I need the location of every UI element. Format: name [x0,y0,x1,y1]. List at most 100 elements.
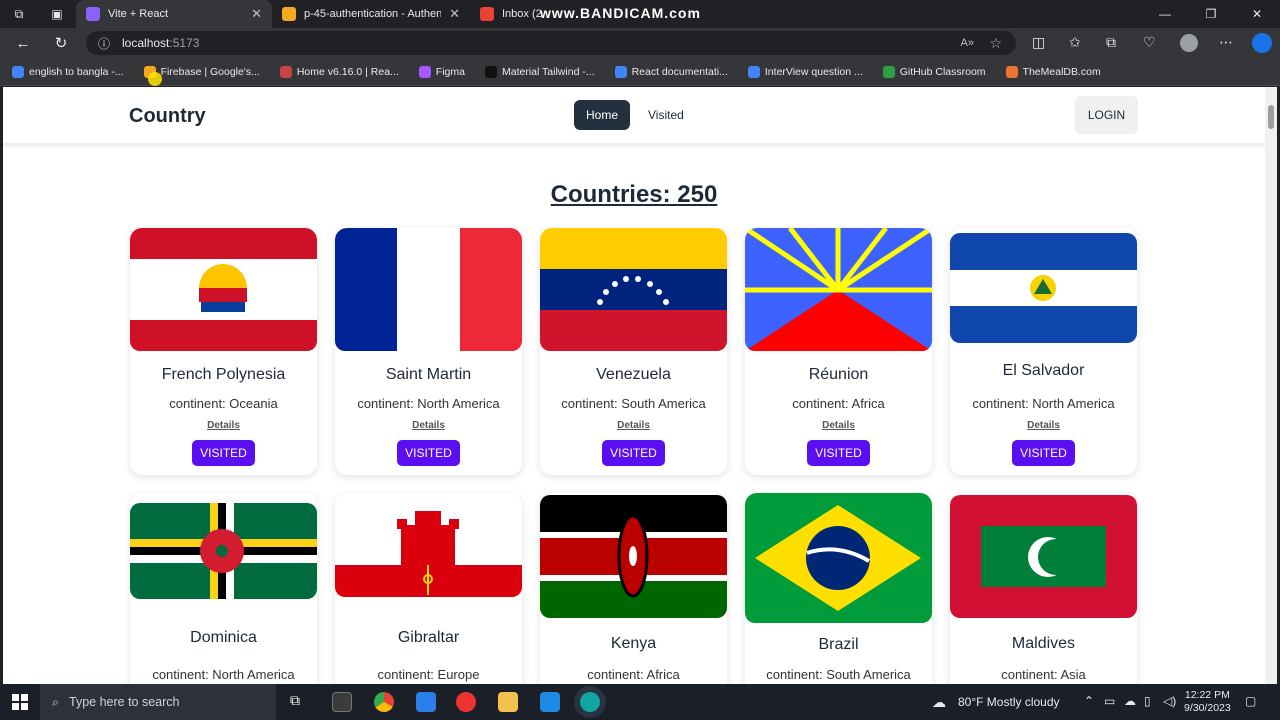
bookmark-label: Material Tailwind -... [501,65,595,78]
maximize-icon[interactable]: ❐ [1188,0,1234,28]
windows-start-icon[interactable] [12,694,28,710]
country-card: Saint Martin continent: North America De… [335,228,522,475]
clock[interactable]: 12:22 PM 9/30/2023 [1184,689,1231,715]
bookmark-item[interactable]: english to bangla -... [12,65,124,78]
bookmark-item[interactable]: React documentati... [614,65,728,78]
bookmark-item[interactable]: Material Tailwind -... [484,65,595,78]
url-bar[interactable]: ⓘ localhost:5173 A» ☆ [86,31,1016,55]
reunion-flag [745,228,932,351]
bookmark-favicon-icon [279,65,292,78]
login-button[interactable]: LOGIN [1075,96,1138,134]
page-scrollbar[interactable] [1265,87,1277,684]
bookmark-label: Home v6.16.0 | Rea... [296,65,399,78]
tab-title: Vite + React [108,8,169,20]
details-link[interactable]: Details [335,420,522,431]
country-continent: continent: North America [152,667,295,682]
extensions-icon[interactable]: ♡ [1143,34,1156,51]
details-link[interactable]: Details [950,420,1137,431]
details-link[interactable]: Details [745,420,932,431]
bandicam-app-icon[interactable] [456,692,476,712]
country-name: Saint Martin [385,366,472,383]
task-view-icon[interactable]: ⧉ [290,692,310,712]
visited-button[interactable]: VISITED [602,440,665,466]
weather-text[interactable]: 80°F Mostly cloudy [958,695,1060,709]
close-tab-icon[interactable]: ✕ [251,6,262,22]
back-icon[interactable]: ← [4,35,42,52]
bookmark-favicon-icon [747,65,760,78]
tray-chevron-icon[interactable]: ⌃ [1084,694,1094,708]
bookmark-item[interactable]: Home v6.16.0 | Rea... [279,65,399,78]
onedrive-icon[interactable]: ☁ [1124,694,1136,708]
site-info-icon[interactable]: ⓘ [98,35,110,52]
tab-title: Inbox (2 [502,8,542,20]
tab-vite-react[interactable]: Vite + React ✕ [76,0,272,28]
chrome-app-icon[interactable] [374,692,394,712]
network-icon[interactable]: ▭ [1104,694,1115,708]
minimize-icon[interactable]: — [1142,0,1188,28]
collections-icon[interactable]: ⧉ [1106,34,1116,51]
visited-button[interactable]: VISITED [807,440,870,466]
bookmark-label: React documentati... [631,65,728,78]
vscode-app-icon[interactable] [540,692,560,712]
bookmark-item[interactable]: Figma [418,65,465,78]
read-aloud-icon[interactable]: A» [961,37,974,49]
bookmark-label: Figma [435,65,465,78]
favorites-icon[interactable]: ✩ [1069,34,1081,51]
country-card: Kenya continent: Africa [540,493,727,684]
gibraltar-flag [335,501,522,597]
details-link[interactable]: Details [540,420,727,431]
country-card: Venezuela continent: South America Detai… [540,228,727,475]
windows-taskbar: ⌕ Type here to search ⧉ ☁ 80°F Mostly cl… [0,684,1280,720]
close-window-icon[interactable]: ✕ [1234,0,1280,28]
details-link[interactable]: Details [130,420,317,431]
notifications-icon[interactable]: ▢ [1245,694,1256,708]
country-continent: continent: South America [766,667,911,682]
split-screen-icon[interactable]: ◫ [1032,34,1045,51]
wifi-icon[interactable]: ▯ [1144,694,1151,708]
bookmark-label: Firebase | Google's... [160,65,260,78]
country-name: Kenya [610,635,657,652]
brand-logo[interactable]: Country [129,105,206,128]
visited-button[interactable]: VISITED [192,440,255,466]
tab-title: p-45-authentication - Authentica [304,8,442,20]
visited-button[interactable]: VISITED [397,440,460,466]
bookmark-item[interactable]: TheMealDB.com [1005,65,1101,78]
bookmark-item[interactable]: GitHub Classroom [882,65,986,78]
clock-time: 12:22 PM [1184,689,1230,701]
terminal-app-icon[interactable] [332,692,352,712]
workspaces-icon[interactable]: ⧉ [0,7,38,22]
scrollbar-thumb[interactable] [1268,105,1274,129]
saint-martin-flag [335,228,522,351]
notepad-app-icon[interactable] [416,692,436,712]
favorite-star-icon[interactable]: ☆ [989,35,1002,52]
nav-visited-link[interactable]: Visited [636,100,696,130]
country-continent: continent: Oceania [169,396,278,411]
search-placeholder: Type here to search [69,695,180,709]
country-continent: continent: North America [357,396,500,411]
nav-home-link[interactable]: Home [574,100,631,130]
file-explorer-icon[interactable] [498,692,518,712]
profile-avatar-icon[interactable] [1180,34,1198,52]
venezuela-flag [540,228,727,351]
reload-icon[interactable]: ↻ [42,34,80,52]
tab-firebase-auth[interactable]: p-45-authentication - Authentica ✕ [272,0,470,28]
country-card: El Salvador continent: North America Det… [950,228,1137,475]
search-icon: ⌕ [52,694,60,709]
more-menu-icon[interactable]: ⋯ [1219,34,1233,51]
country-name: Dominica [190,629,257,646]
bookmark-favicon-icon [1005,65,1018,78]
bookmark-favicon-icon [882,65,895,78]
tab-actions-icon[interactable]: ▣ [38,7,76,21]
volume-icon[interactable]: ◁) [1163,694,1176,708]
bookmark-favicon-icon [484,65,497,78]
taskbar-search[interactable]: ⌕ Type here to search [40,684,276,720]
country-continent: continent: Asia [1001,667,1086,682]
bookmark-item[interactable]: InterView question ... [747,65,863,78]
country-name: Brazil [818,636,859,653]
bing-copilot-icon[interactable] [1252,33,1272,53]
country-name: French Polynesia [161,366,286,383]
close-tab-icon[interactable]: ✕ [449,6,460,22]
visited-button[interactable]: VISITED [1012,440,1075,466]
edge-app-icon[interactable] [580,692,600,712]
maldives-flag [950,495,1137,618]
